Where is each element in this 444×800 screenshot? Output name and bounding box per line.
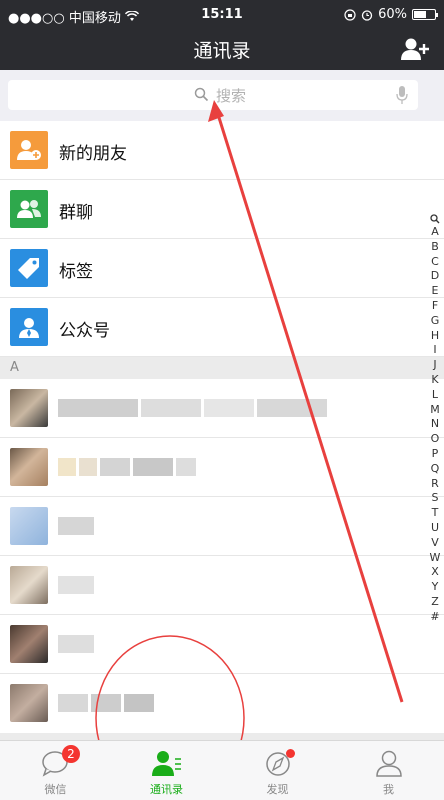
- search-bar: 搜索: [0, 70, 444, 121]
- list-item[interactable]: [0, 674, 444, 733]
- group-chat-icon: [10, 190, 48, 228]
- new-friends-label: 新的朋友: [59, 144, 127, 164]
- tag-icon: [10, 249, 48, 287]
- index-letter-m[interactable]: M: [428, 403, 442, 418]
- index-letter-e[interactable]: E: [428, 284, 442, 299]
- tab-me[interactable]: 我: [333, 741, 444, 800]
- list-item[interactable]: [0, 497, 444, 556]
- list-item[interactable]: [0, 556, 444, 615]
- official-accounts-label: 公众号: [59, 321, 110, 341]
- index-letters: A B C D E F G H I J K L M N O P Q R S T U V W X Y Z #: [428, 225, 442, 625]
- index-letter-g[interactable]: G: [428, 314, 442, 329]
- list-item[interactable]: [0, 379, 444, 438]
- index-letter-l[interactable]: L: [428, 388, 442, 403]
- blurred-name: [58, 576, 97, 594]
- tab-discover[interactable]: 发现: [222, 741, 333, 800]
- battery-percent: 60%: [378, 7, 407, 22]
- index-letter-a[interactable]: A: [428, 225, 442, 240]
- battery-level: [414, 11, 426, 18]
- blurred-name: [58, 635, 97, 653]
- new-friends-icon: [10, 131, 48, 169]
- contacts-icon: [151, 751, 181, 776]
- blurred-name: [58, 694, 157, 712]
- add-friend-icon[interactable]: [400, 36, 430, 62]
- unread-badge: 2: [62, 745, 80, 763]
- alphabet-index[interactable]: A B C D E F G H I J K L M N O P Q R S T U V W X Y Z #: [428, 212, 442, 625]
- index-letter-y[interactable]: Y: [428, 580, 442, 595]
- index-letter-d[interactable]: D: [428, 269, 442, 284]
- avatar: [10, 389, 48, 427]
- status-right: 60%: [344, 7, 438, 22]
- search-input[interactable]: 搜索: [8, 80, 418, 110]
- index-letter-o[interactable]: O: [428, 432, 442, 447]
- person-icon: [375, 750, 402, 777]
- microphone-icon[interactable]: [396, 85, 408, 105]
- index-letter-f[interactable]: F: [428, 299, 442, 314]
- new-friends-row[interactable]: 新的朋友: [0, 121, 444, 180]
- index-letter-x[interactable]: X: [428, 565, 442, 580]
- index-letter-p[interactable]: P: [428, 447, 442, 462]
- index-letter-c[interactable]: C: [428, 255, 442, 270]
- avatar: [10, 566, 48, 604]
- index-letter-w[interactable]: W: [428, 551, 442, 566]
- index-letter-n[interactable]: N: [428, 417, 442, 432]
- index-letter-u[interactable]: U: [428, 521, 442, 536]
- index-letter-q[interactable]: Q: [428, 462, 442, 477]
- index-letter-b[interactable]: B: [428, 240, 442, 255]
- search-placeholder: 搜索: [216, 87, 247, 105]
- tags-label: 标签: [59, 262, 93, 282]
- tab-me-label: 我: [383, 783, 394, 796]
- index-letter-t[interactable]: T: [428, 506, 442, 521]
- tab-contacts-label: 通讯录: [150, 783, 183, 796]
- status-bar: ●●●○○ 中国移动 15:11 60%: [0, 0, 444, 30]
- section-header-a: A: [0, 357, 444, 379]
- rotation-lock-icon: [344, 8, 356, 21]
- nav-bar: 通讯录: [0, 30, 444, 70]
- index-letter-k[interactable]: K: [428, 373, 442, 388]
- index-letter-r[interactable]: R: [428, 477, 442, 492]
- search-icon: [194, 87, 209, 102]
- battery-icon: [412, 9, 438, 20]
- tab-chats-label: 微信: [44, 783, 67, 796]
- avatar: [10, 625, 48, 663]
- index-letter-z[interactable]: Z: [428, 595, 442, 610]
- tab-contacts[interactable]: 通讯录: [111, 741, 222, 800]
- list-item[interactable]: [0, 438, 444, 497]
- contact-functions: 新的朋友 群聊 标签 公众号: [0, 121, 444, 357]
- tab-chats[interactable]: 2 微信: [0, 741, 111, 800]
- index-letter-i[interactable]: I: [428, 343, 442, 358]
- index-letter-hash[interactable]: #: [428, 610, 442, 625]
- contact-list: [0, 379, 444, 733]
- group-chat-row[interactable]: 群聊: [0, 180, 444, 239]
- avatar: [10, 684, 48, 722]
- index-letter-v[interactable]: V: [428, 536, 442, 551]
- tab-discover-label: 发现: [266, 783, 289, 796]
- index-search-icon[interactable]: [430, 214, 440, 224]
- index-letter-h[interactable]: H: [428, 329, 442, 344]
- new-indicator-dot: [286, 749, 295, 758]
- index-letter-j[interactable]: J: [428, 358, 442, 373]
- index-letter-s[interactable]: S: [428, 491, 442, 506]
- alarm-icon: [361, 9, 373, 21]
- blurred-name: [58, 458, 199, 476]
- page-title: 通讯录: [193, 40, 251, 62]
- list-item[interactable]: [0, 615, 444, 674]
- official-account-icon: [10, 308, 48, 346]
- avatar: [10, 507, 48, 545]
- tags-row[interactable]: 标签: [0, 239, 444, 298]
- blurred-name: [58, 517, 97, 535]
- group-chat-label: 群聊: [59, 203, 93, 223]
- avatar: [10, 448, 48, 486]
- blurred-name: [58, 399, 330, 417]
- tab-bar: 2 微信 通讯录 发现 我: [0, 740, 444, 800]
- official-accounts-row[interactable]: 公众号: [0, 298, 444, 357]
